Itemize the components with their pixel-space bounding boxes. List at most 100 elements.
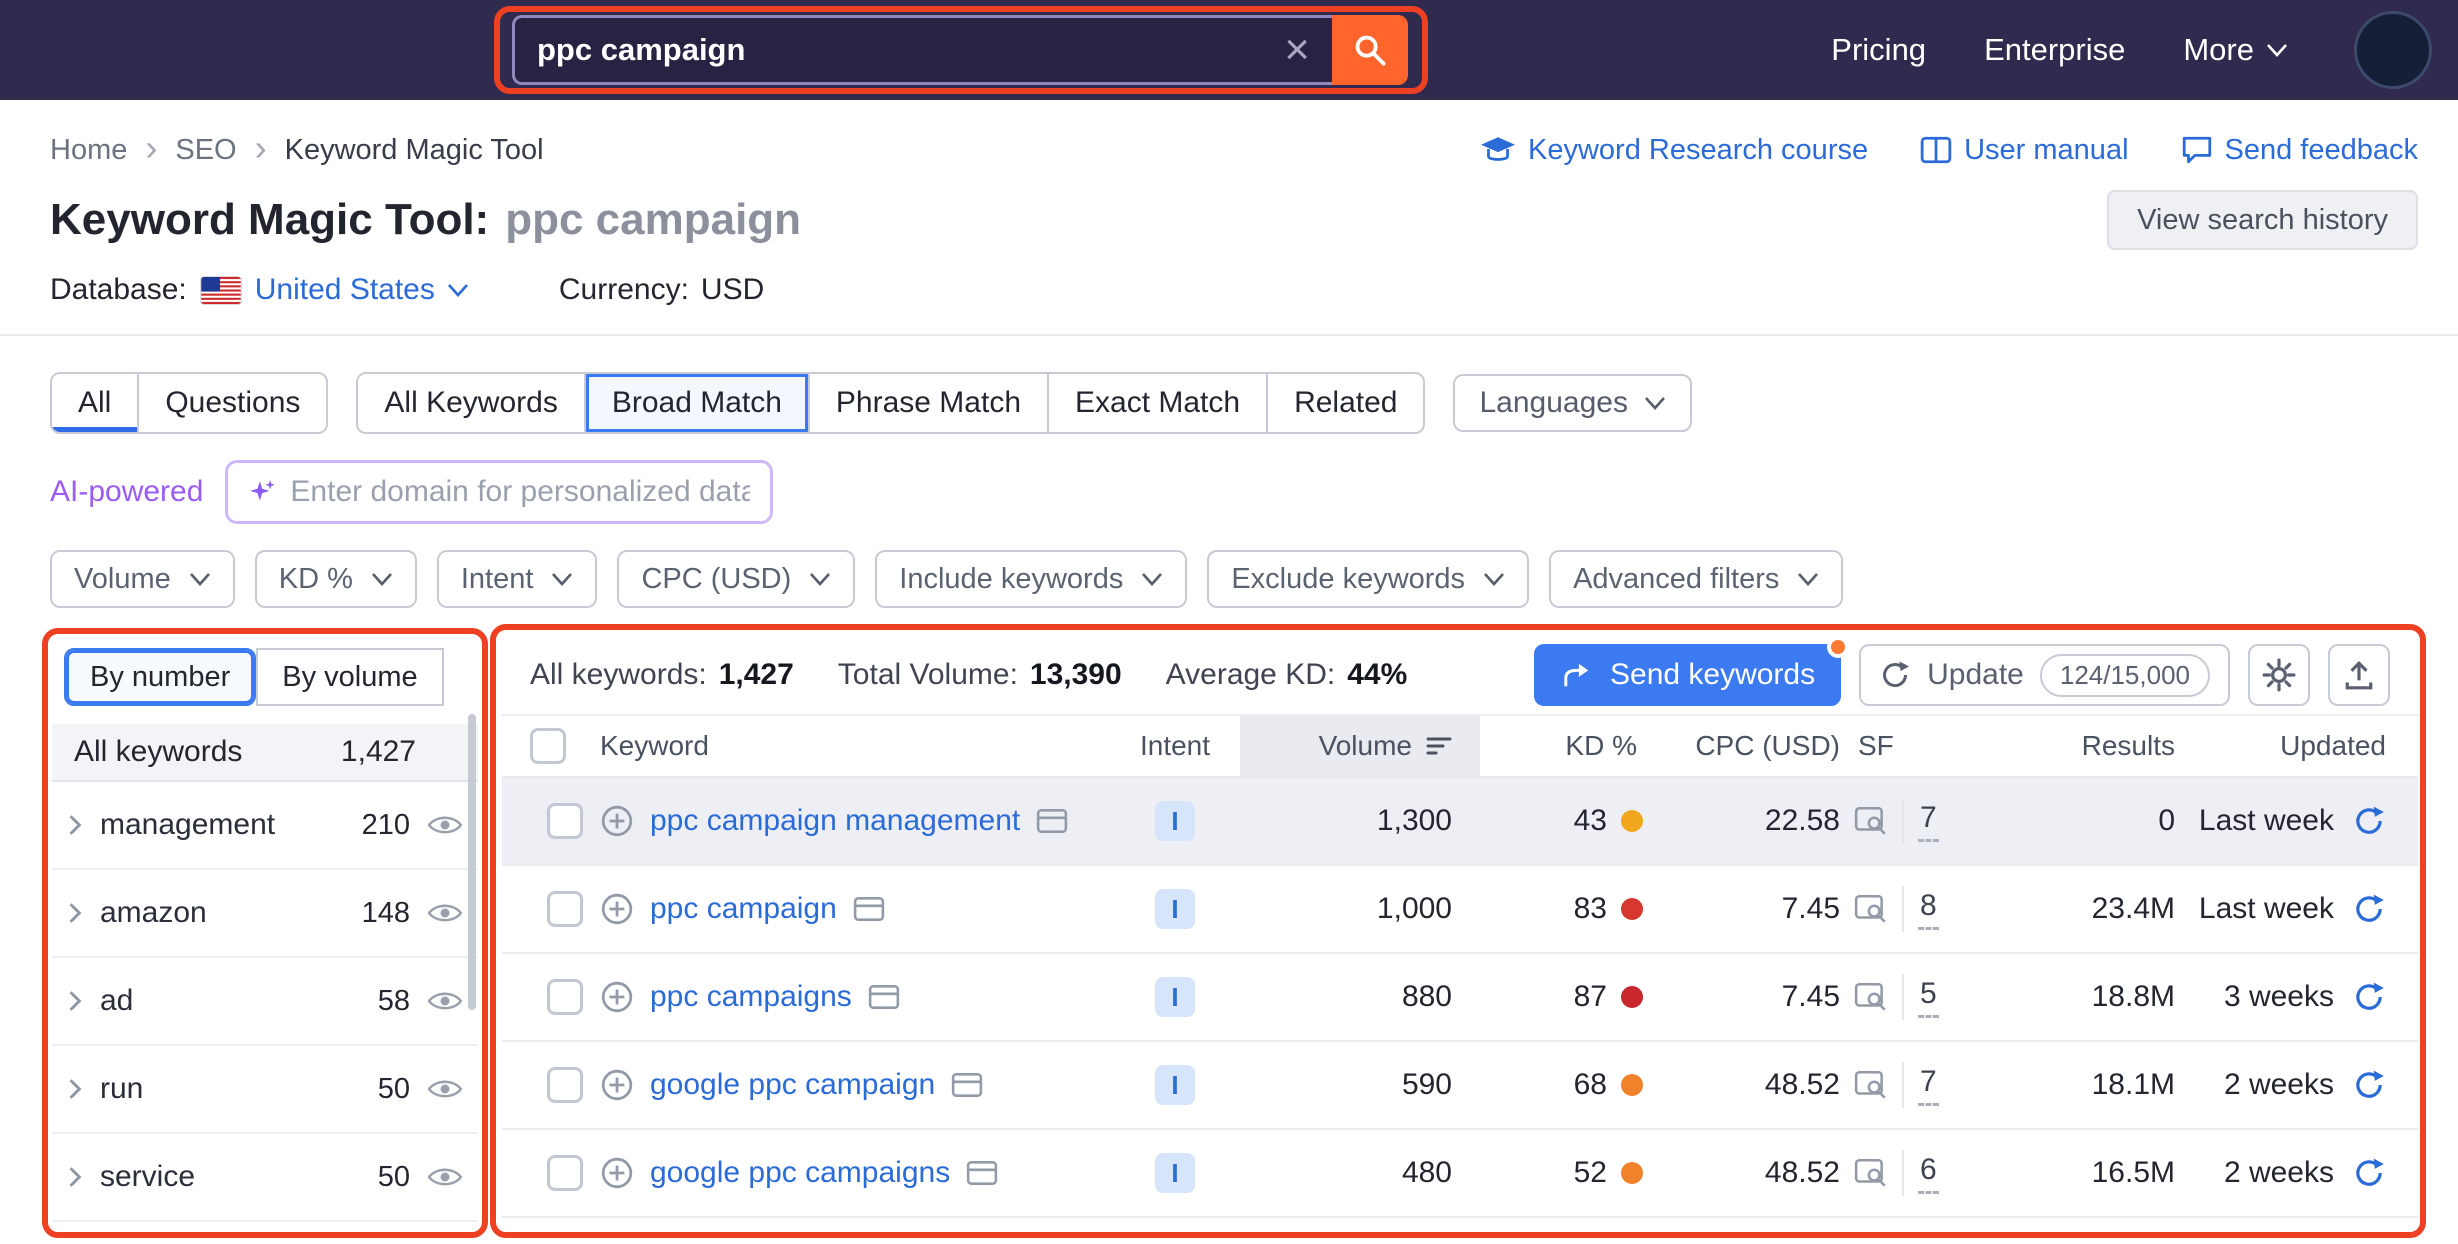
intent-badge[interactable]: I xyxy=(1155,889,1195,929)
send-feedback-link[interactable]: Send feedback xyxy=(2181,134,2418,167)
row-checkbox[interactable] xyxy=(547,979,583,1015)
view-serp-icon[interactable] xyxy=(1854,894,1888,924)
match-tab[interactable]: Phrase Match xyxy=(808,374,1047,432)
match-tab[interactable]: Broad Match xyxy=(584,374,808,432)
match-tab[interactable]: All Keywords xyxy=(358,374,583,432)
refresh-row-icon[interactable] xyxy=(2352,1156,2386,1190)
refresh-row-icon[interactable] xyxy=(2352,1068,2386,1102)
serp-preview-icon[interactable] xyxy=(853,895,885,923)
row-checkbox[interactable] xyxy=(547,891,583,927)
column-volume[interactable]: Volume xyxy=(1240,716,1480,776)
keyword-group-row[interactable]: service 50 xyxy=(52,1134,478,1222)
keyword-group-row[interactable]: run 50 xyxy=(52,1046,478,1134)
column-results[interactable]: Results xyxy=(1990,716,2175,776)
user-manual-link[interactable]: User manual xyxy=(1920,134,2128,167)
intent-badge[interactable]: I xyxy=(1155,1065,1195,1105)
serp-preview-icon[interactable] xyxy=(868,983,900,1011)
database-selector[interactable]: United States xyxy=(255,273,469,307)
column-sf[interactable]: SF xyxy=(1840,716,1990,776)
keyword-group-row[interactable]: management 210 xyxy=(52,782,478,870)
serp-preview-icon[interactable] xyxy=(966,1159,998,1187)
export-button[interactable] xyxy=(2328,644,2390,706)
nav-enterprise[interactable]: Enterprise xyxy=(1984,32,2125,68)
column-kd[interactable]: KD % xyxy=(1480,716,1645,776)
group-sort-option[interactable]: By volume xyxy=(256,648,443,706)
filter-dropdown[interactable]: Advanced filters xyxy=(1549,550,1843,608)
add-keyword-icon[interactable] xyxy=(600,804,634,838)
sidebar-scrollbar[interactable] xyxy=(468,714,476,1010)
add-keyword-icon[interactable] xyxy=(600,1156,634,1190)
filter-dropdown[interactable]: Volume xyxy=(50,550,235,608)
eye-icon[interactable] xyxy=(428,1078,462,1100)
filter-dropdown[interactable]: Intent xyxy=(437,550,598,608)
match-tab[interactable]: Exact Match xyxy=(1047,374,1266,432)
domain-input-pill[interactable] xyxy=(225,460,773,524)
keyword-link[interactable]: ppc campaign management xyxy=(650,804,1020,838)
add-keyword-icon[interactable] xyxy=(600,980,634,1014)
column-updated[interactable]: Updated xyxy=(2175,716,2390,776)
filter-dropdown[interactable]: Exclude keywords xyxy=(1207,550,1529,608)
sf-count[interactable]: 6 xyxy=(1918,1153,1939,1194)
eye-icon[interactable] xyxy=(428,1166,462,1188)
refresh-row-icon[interactable] xyxy=(2352,892,2386,926)
row-checkbox[interactable] xyxy=(547,1155,583,1191)
serp-preview-icon[interactable] xyxy=(1036,807,1068,835)
update-metrics-button[interactable]: Update 124/15,000 xyxy=(1859,644,2230,706)
kd-dot xyxy=(1621,986,1643,1008)
intent-badge[interactable]: I xyxy=(1155,801,1195,841)
sf-count[interactable]: 8 xyxy=(1918,889,1939,930)
add-keyword-icon[interactable] xyxy=(600,892,634,926)
breadcrumb-seo[interactable]: SEO xyxy=(175,134,236,167)
column-intent[interactable]: Intent xyxy=(1110,716,1240,776)
view-search-history-button[interactable]: View search history xyxy=(2107,190,2418,250)
languages-dropdown[interactable]: Languages xyxy=(1453,374,1691,432)
intent-badge[interactable]: I xyxy=(1155,977,1195,1017)
view-serp-icon[interactable] xyxy=(1854,1158,1888,1188)
question-tab[interactable]: All xyxy=(52,374,137,432)
filter-dropdown[interactable]: Include keywords xyxy=(875,550,1187,608)
refresh-row-icon[interactable] xyxy=(2352,804,2386,838)
keyword-group-row[interactable]: ad 58 xyxy=(52,958,478,1046)
eye-icon[interactable] xyxy=(428,902,462,924)
keyword-link[interactable]: ppc campaigns xyxy=(650,980,852,1014)
all-keywords-group[interactable]: All keywords 1,427 xyxy=(52,724,478,782)
breadcrumb-home[interactable]: Home xyxy=(50,134,127,167)
serp-preview-icon[interactable] xyxy=(951,1071,983,1099)
column-cpc[interactable]: CPC (USD) xyxy=(1645,716,1840,776)
sf-count[interactable]: 5 xyxy=(1918,977,1939,1018)
clear-search-icon[interactable]: × xyxy=(1284,28,1310,72)
domain-input[interactable] xyxy=(290,475,750,509)
keyword-link[interactable]: ppc campaign xyxy=(650,892,837,926)
nav-more[interactable]: More xyxy=(2183,32,2288,68)
row-checkbox[interactable] xyxy=(547,1067,583,1103)
view-serp-icon[interactable] xyxy=(1854,982,1888,1012)
search-input[interactable] xyxy=(537,32,1270,68)
question-tab[interactable]: Questions xyxy=(137,374,326,432)
select-all-checkbox[interactable] xyxy=(530,728,566,764)
add-keyword-icon[interactable] xyxy=(600,1068,634,1102)
search-field[interactable]: × xyxy=(512,15,1332,85)
send-keywords-button[interactable]: Send keywords xyxy=(1534,644,1841,706)
sf-count[interactable]: 7 xyxy=(1918,801,1939,842)
filter-dropdown[interactable]: KD % xyxy=(255,550,417,608)
avatar[interactable] xyxy=(2354,11,2432,89)
view-serp-icon[interactable] xyxy=(1854,1070,1888,1100)
keyword-group-row[interactable]: amazon 148 xyxy=(52,870,478,958)
intent-badge[interactable]: I xyxy=(1155,1153,1195,1193)
view-serp-icon[interactable] xyxy=(1854,806,1888,836)
filter-dropdown[interactable]: CPC (USD) xyxy=(617,550,855,608)
keyword-link[interactable]: google ppc campaign xyxy=(650,1068,935,1102)
eye-icon[interactable] xyxy=(428,990,462,1012)
row-checkbox[interactable] xyxy=(547,803,583,839)
column-keyword[interactable]: Keyword xyxy=(600,716,1110,776)
keyword-research-course-link[interactable]: Keyword Research course xyxy=(1480,134,1868,167)
refresh-row-icon[interactable] xyxy=(2352,980,2386,1014)
eye-icon[interactable] xyxy=(428,814,462,836)
table-settings-button[interactable] xyxy=(2248,644,2310,706)
group-sort-option[interactable]: By number xyxy=(64,648,256,706)
nav-pricing[interactable]: Pricing xyxy=(1831,32,1926,68)
match-tab[interactable]: Related xyxy=(1266,374,1423,432)
search-button[interactable] xyxy=(1332,15,1408,85)
keyword-link[interactable]: google ppc campaigns xyxy=(650,1156,950,1190)
sf-count[interactable]: 7 xyxy=(1918,1065,1939,1106)
